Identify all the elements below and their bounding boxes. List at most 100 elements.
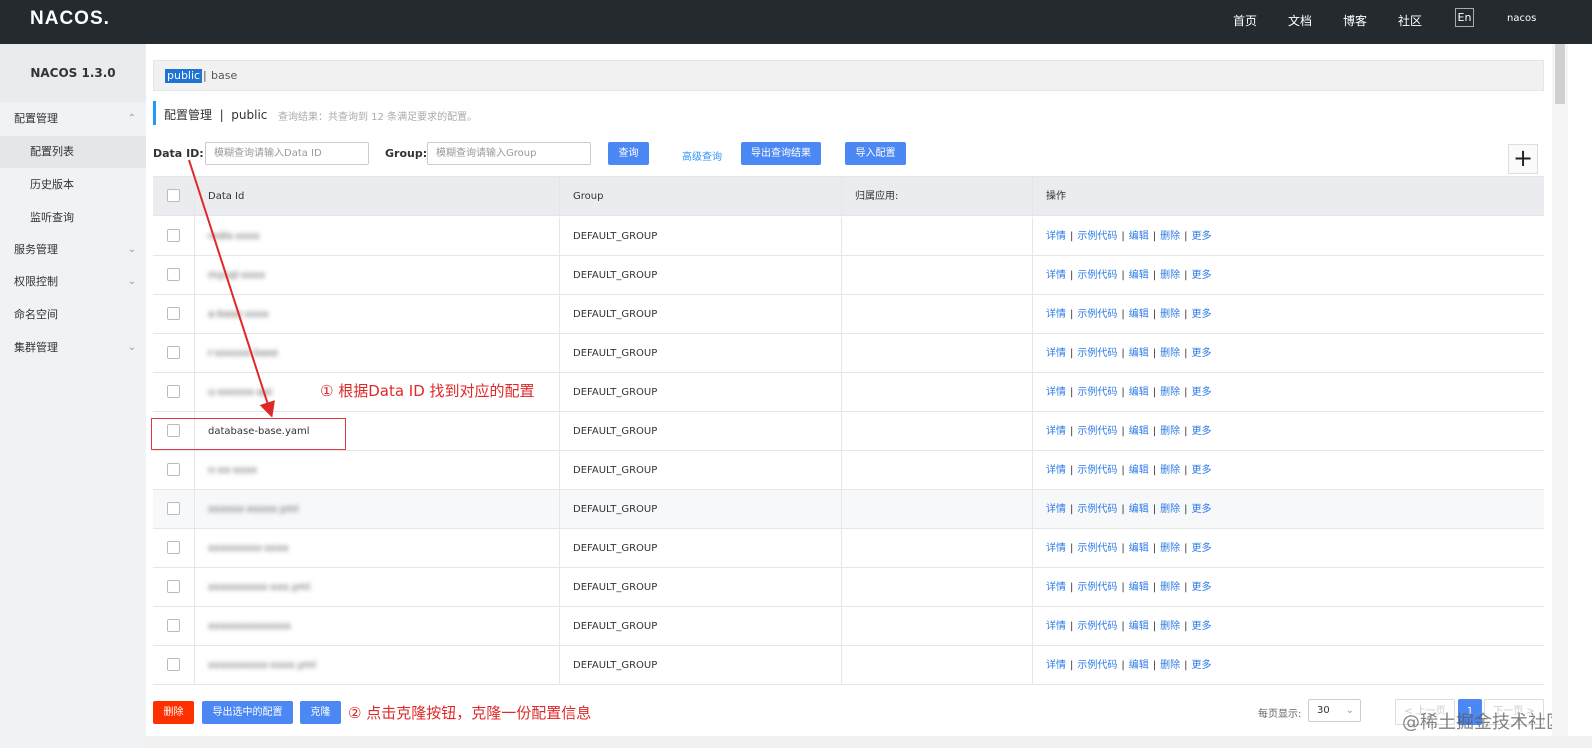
more-link[interactable]: 更多 <box>1192 621 1212 632</box>
language-switch-button[interactable]: En <box>1455 8 1474 27</box>
edit-link[interactable]: 编辑 <box>1129 660 1149 671</box>
delete-link[interactable]: 删除 <box>1160 270 1180 281</box>
table-row[interactable]: redis-xxxx DEFAULT_GROUP 详情 | 示例代码 | 编辑 | 删除 | 更多 <box>153 217 1544 256</box>
edit-link[interactable]: 编辑 <box>1129 309 1149 320</box>
row-checkbox[interactable] <box>167 463 180 476</box>
more-link[interactable]: 更多 <box>1192 660 1212 671</box>
detail-link[interactable]: 详情 <box>1046 504 1066 515</box>
detail-link[interactable]: 详情 <box>1046 348 1066 359</box>
select-all-checkbox[interactable] <box>167 189 180 202</box>
edit-link[interactable]: 编辑 <box>1129 582 1149 593</box>
sample-code-link[interactable]: 示例代码 <box>1077 543 1117 554</box>
nav-docs[interactable]: 文档 <box>1288 12 1312 29</box>
sample-code-link[interactable]: 示例代码 <box>1077 465 1117 476</box>
sample-code-link[interactable]: 示例代码 <box>1077 426 1117 437</box>
export-results-button[interactable]: 导出查询结果 <box>741 142 821 165</box>
more-link[interactable]: 更多 <box>1192 309 1212 320</box>
sidebar-item-listener-query[interactable]: 监听查询 <box>0 202 146 234</box>
nav-community[interactable]: 社区 <box>1398 12 1422 29</box>
more-link[interactable]: 更多 <box>1192 426 1212 437</box>
delete-selected-button[interactable]: 删除 <box>153 701 194 724</box>
delete-link[interactable]: 删除 <box>1160 426 1180 437</box>
nacos-logo[interactable]: NACOS. <box>30 8 110 30</box>
edit-link[interactable]: 编辑 <box>1129 426 1149 437</box>
clone-button[interactable]: 克隆 <box>300 701 341 724</box>
add-config-button[interactable]: + <box>1508 144 1538 174</box>
edit-link[interactable]: 编辑 <box>1129 543 1149 554</box>
delete-link[interactable]: 删除 <box>1160 231 1180 242</box>
row-checkbox[interactable] <box>167 385 180 398</box>
table-row[interactable]: xxxxxxxxxx-xxx.yml DEFAULT_GROUP 详情 | 示例代码 | 编… <box>153 568 1544 607</box>
row-checkbox[interactable] <box>167 307 180 320</box>
row-checkbox[interactable] <box>167 658 180 671</box>
table-row[interactable]: xxxxxxxxx-xxxx DEFAULT_GROUP 详情 | 示例代码 | 编辑 | 删除… <box>153 529 1544 568</box>
sidebar-item-config-list[interactable]: 配置列表 <box>0 136 146 168</box>
detail-link[interactable]: 详情 <box>1046 387 1066 398</box>
import-config-button[interactable]: 导入配置 <box>845 142 906 165</box>
more-link[interactable]: 更多 <box>1192 387 1212 398</box>
more-link[interactable]: 更多 <box>1192 231 1212 242</box>
nav-blog[interactable]: 博客 <box>1343 12 1367 29</box>
delete-link[interactable]: 删除 <box>1160 621 1180 632</box>
delete-link[interactable]: 删除 <box>1160 504 1180 515</box>
more-link[interactable]: 更多 <box>1192 582 1212 593</box>
row-checkbox[interactable] <box>167 580 180 593</box>
edit-link[interactable]: 编辑 <box>1129 465 1149 476</box>
more-link[interactable]: 更多 <box>1192 348 1212 359</box>
delete-link[interactable]: 删除 <box>1160 348 1180 359</box>
delete-link[interactable]: 删除 <box>1160 465 1180 476</box>
sidebar-item-service-management[interactable]: 服务管理 ⌄ <box>0 234 146 266</box>
nav-home[interactable]: 首页 <box>1233 12 1257 29</box>
detail-link[interactable]: 详情 <box>1046 543 1066 554</box>
page-size-select[interactable]: 30 ⌄ <box>1308 699 1361 722</box>
edit-link[interactable]: 编辑 <box>1129 231 1149 242</box>
more-link[interactable]: 更多 <box>1192 504 1212 515</box>
sidebar-item-permission[interactable]: 权限控制 ⌄ <box>0 266 146 298</box>
edit-link[interactable]: 编辑 <box>1129 387 1149 398</box>
delete-link[interactable]: 删除 <box>1160 660 1180 671</box>
detail-link[interactable]: 详情 <box>1046 582 1066 593</box>
sample-code-link[interactable]: 示例代码 <box>1077 309 1117 320</box>
table-row[interactable]: a-base-xxxx DEFAULT_GROUP 详情 | 示例代码 | 编辑 | 删除 | 更多 <box>153 295 1544 334</box>
user-name[interactable]: nacos <box>1507 13 1536 24</box>
edit-link[interactable]: 编辑 <box>1129 348 1149 359</box>
table-row[interactable]: xxxxxx-xxxxx.yml DEFAULT_GROUP 详情 | 示例代码 | 编辑 |… <box>153 490 1544 529</box>
namespace-public[interactable]: public <box>165 69 203 83</box>
detail-link[interactable]: 详情 <box>1046 660 1066 671</box>
edit-link[interactable]: 编辑 <box>1129 621 1149 632</box>
detail-link[interactable]: 详情 <box>1046 621 1066 632</box>
query-button[interactable]: 查询 <box>608 142 649 165</box>
sidebar-item-cluster[interactable]: 集群管理 ⌄ <box>0 332 146 364</box>
sample-code-link[interactable]: 示例代码 <box>1077 621 1117 632</box>
detail-link[interactable]: 详情 <box>1046 465 1066 476</box>
vertical-scrollbar[interactable] <box>1552 44 1568 736</box>
horizontal-scrollbar[interactable] <box>146 736 1592 748</box>
sample-code-link[interactable]: 示例代码 <box>1077 270 1117 281</box>
sample-code-link[interactable]: 示例代码 <box>1077 231 1117 242</box>
delete-link[interactable]: 删除 <box>1160 582 1180 593</box>
detail-link[interactable]: 详情 <box>1046 231 1066 242</box>
row-checkbox[interactable] <box>167 619 180 632</box>
row-checkbox[interactable] <box>167 346 180 359</box>
detail-link[interactable]: 详情 <box>1046 270 1066 281</box>
group-search-input[interactable] <box>427 142 591 165</box>
data-id-search-input[interactable] <box>205 142 369 165</box>
sidebar-item-namespace[interactable]: 命名空间 <box>0 299 146 331</box>
sample-code-link[interactable]: 示例代码 <box>1077 348 1117 359</box>
more-link[interactable]: 更多 <box>1192 543 1212 554</box>
table-row[interactable]: database-base.yaml DEFAULT_GROUP 详情 | 示例代码 | 编… <box>153 412 1544 451</box>
sidebar-item-config-management[interactable]: 配置管理 ⌃ <box>0 103 146 135</box>
edit-link[interactable]: 编辑 <box>1129 270 1149 281</box>
edit-link[interactable]: 编辑 <box>1129 504 1149 515</box>
sample-code-link[interactable]: 示例代码 <box>1077 660 1117 671</box>
table-row[interactable]: mysql-xxxx DEFAULT_GROUP 详情 | 示例代码 | 编辑 | 删除 | 更多 <box>153 256 1544 295</box>
advanced-query-link[interactable]: 高级查询 <box>682 148 722 163</box>
row-checkbox[interactable] <box>167 502 180 515</box>
detail-link[interactable]: 详情 <box>1046 426 1066 437</box>
delete-link[interactable]: 删除 <box>1160 543 1180 554</box>
namespace-base[interactable]: base <box>211 69 237 82</box>
sidebar-item-history[interactable]: 历史版本 <box>0 169 146 201</box>
detail-link[interactable]: 详情 <box>1046 309 1066 320</box>
delete-link[interactable]: 删除 <box>1160 309 1180 320</box>
sample-code-link[interactable]: 示例代码 <box>1077 582 1117 593</box>
